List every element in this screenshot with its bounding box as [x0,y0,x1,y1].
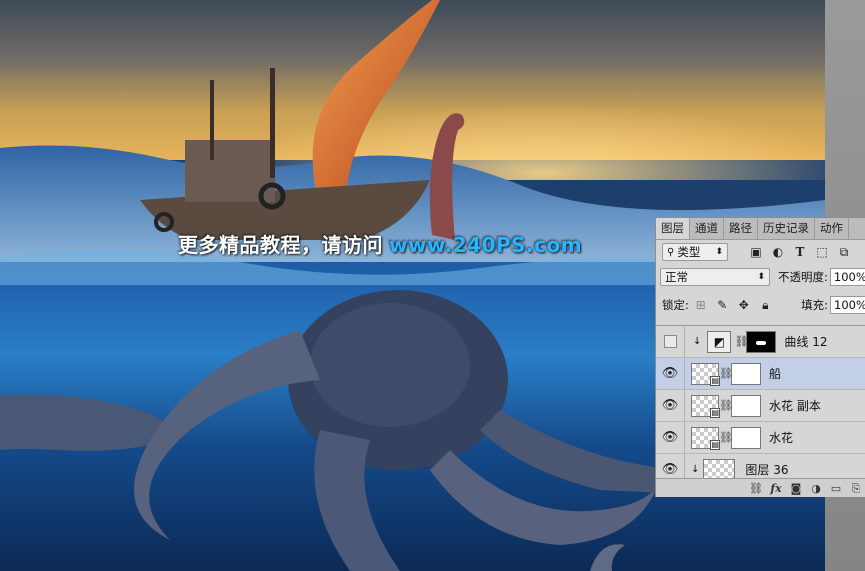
visibility-toggle[interactable]: 👁︎ [656,390,685,421]
opacity-label: 不透明度: [778,270,828,284]
filter-kind-value: 类型 [677,245,701,259]
eye-icon: 👁︎ [661,366,679,381]
tab-channels[interactable]: 通道 [690,218,724,239]
layer-row-boat[interactable]: 👁︎ ▤ ⛓ 船 [656,358,865,390]
visibility-off-box [663,335,677,348]
layer-mask-thumbnail[interactable] [731,426,761,449]
eye-icon: 👁︎ [661,462,679,477]
layer-name: 船 [769,367,782,381]
layer-thumbnail: ▤ [691,426,720,450]
blend-mode-value: 正常 [665,270,688,284]
eye-icon: 👁︎ [661,430,679,445]
tab-layers[interactable]: 图层 [656,218,690,239]
type-filter-icon[interactable]: T [792,244,808,260]
link-layers-icon[interactable]: ⛓ [746,482,766,495]
smart-object-icon: ▤ [710,375,720,386]
smart-object-icon: ▤ [710,407,720,418]
fill-label: 填充: [801,298,828,312]
new-layer-icon[interactable]: ⎘ [846,482,865,496]
visibility-toggle[interactable]: 👁︎ [656,358,685,389]
visibility-toggle[interactable]: 👁︎ [656,422,685,453]
link-chain-icon: ⛓ [719,399,733,412]
panel-footer: ⛓ fx ◙ ◑ ▭ ⎘ [656,478,865,497]
link-chain-icon: ⛓ [734,335,749,348]
lock-transparent-icon[interactable]: ⊞ [693,297,709,313]
lock-label: 锁定: [662,298,689,312]
layer-name: 水花 副本 [769,399,821,413]
lock-row: 锁定: ⊞ ✎ ✥ 🔒︎ 填充: 100% [656,294,865,316]
watermark-site: www.240PS.com [389,233,583,257]
layer-name: 曲线 12 [784,335,828,349]
filter-row: ⚲ 类型 ⬍ ▣ ◐ T ⬚ ⧉ [656,241,865,263]
fx-icon[interactable]: fx [766,482,786,495]
layers-list: ↓ ◩ ⛓ 曲线 12 👁︎ ▤ ⛓ 船 👁︎ ▤ ⛓ 水花 副本 👁︎ ▤ ⛓… [656,325,865,486]
tab-paths[interactable]: 路径 [724,218,758,239]
shape-filter-icon[interactable]: ⬚ [814,244,830,260]
clip-arrow-icon: ↓ [693,336,702,347]
watermark-label: 更多精品教程，请访问 [178,233,383,257]
visibility-toggle[interactable] [656,326,685,357]
smart-object-icon: ▤ [710,439,720,450]
layer-thumbnail: ▤ [691,362,720,386]
add-mask-icon[interactable]: ◙ [786,482,806,495]
new-group-icon[interactable]: ▭ [826,482,846,495]
adjustment-filter-icon[interactable]: ◐ [770,244,786,260]
layer-mask-thumbnail[interactable] [746,330,777,353]
eye-icon: 👁︎ [661,398,679,413]
fill-input[interactable]: 100% [830,296,865,314]
link-chain-icon: ⛓ [719,367,733,380]
layers-panel: 图层 通道 路径 历史记录 动作 ⚲ 类型 ⬍ ▣ ◐ T ⬚ ⧉ 正常 ⬍ 不… [655,217,865,497]
panel-tabs: 图层 通道 路径 历史记录 动作 [656,218,865,240]
layer-thumbnail: ▤ [691,394,720,418]
layer-mask-thumbnail[interactable] [731,394,761,417]
layer-row-curves-12[interactable]: ↓ ◩ ⛓ 曲线 12 [656,326,865,358]
layer-row-splash[interactable]: 👁︎ ▤ ⛓ 水花 [656,422,865,454]
clip-arrow-icon: ↓ [691,464,700,475]
opacity-input[interactable]: 100% [829,268,865,286]
lock-paint-brush-icon[interactable]: ✎ [714,297,730,313]
image-filter-icon[interactable]: ▣ [748,244,764,260]
dropdown-arrow-icon: ⬍ [757,272,765,282]
tab-history[interactable]: 历史记录 [758,218,815,239]
blend-row: 正常 ⬍ 不透明度: 100% [656,266,865,288]
curves-adjustment-icon: ◩ [707,330,732,353]
blend-mode-select[interactable]: 正常 ⬍ [660,268,770,286]
smart-object-filter-icon[interactable]: ⧉ [836,244,852,260]
lock-position-move-icon[interactable]: ✥ [736,297,752,313]
link-chain-icon: ⛓ [719,431,733,444]
dropdown-arrow-icon: ⬍ [715,247,723,257]
tab-actions[interactable]: 动作 [815,218,849,239]
adjustment-layer-icon[interactable]: ◑ [806,482,826,495]
layer-mask-thumbnail[interactable] [731,362,761,385]
lock-all-icon[interactable]: 🔒︎ [758,297,774,313]
layer-name: 水花 [769,431,794,445]
layer-name: 图层 36 [745,463,789,477]
filter-kind-select[interactable]: ⚲ 类型 ⬍ [662,243,728,261]
watermark-text: 更多精品教程，请访问 www.240PS.com [178,229,582,258]
search-icon: ⚲ [667,246,675,258]
layer-row-splash-copy[interactable]: 👁︎ ▤ ⛓ 水花 副本 [656,390,865,422]
